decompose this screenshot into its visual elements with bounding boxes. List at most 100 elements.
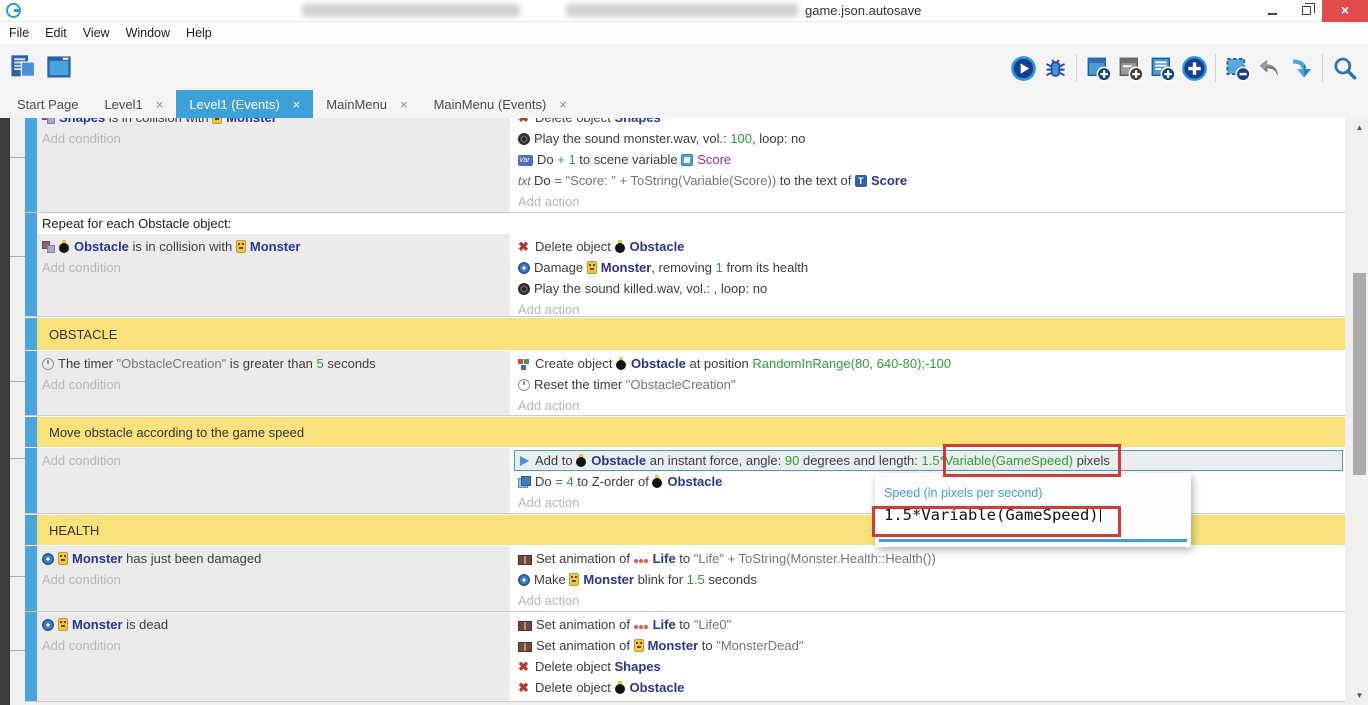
tab-close-icon[interactable]: × — [400, 97, 408, 112]
minimize-button[interactable] — [1256, 0, 1288, 22]
event-indicator-bar — [25, 515, 37, 545]
scene-editor-icon[interactable] — [43, 51, 75, 83]
add-action-button[interactable]: Add action — [518, 395, 1345, 415]
popup-field-label: Speed (in pixels per second) — [884, 486, 1191, 500]
event-row[interactable]: Repeat for each Obstacle object:Obstacle… — [25, 213, 1345, 317]
sound-icon — [518, 133, 530, 145]
tab-label: MainMenu — [326, 97, 387, 112]
action-line[interactable]: Set animation of Life to "Life0" — [518, 614, 1345, 635]
tab-mainmenu-events-[interactable]: MainMenu (Events)× — [421, 90, 580, 118]
action-line[interactable]: Damage Monster, removing 1 from its heal… — [518, 257, 1345, 278]
action-line[interactable]: Delete object Obstacle — [518, 236, 1345, 257]
action-line[interactable]: Make Monster blink for 1.5 seconds — [518, 569, 1345, 590]
action-line[interactable]: Set animation of Monster to "MonsterDead… — [518, 635, 1345, 656]
menu-item-window[interactable]: Window — [118, 26, 178, 40]
text-segment: Obstacle — [667, 474, 722, 489]
add-event-icon[interactable] — [1082, 52, 1114, 84]
bomb-icon — [616, 357, 627, 370]
text-segment: Monster — [226, 118, 277, 125]
tab-level1-events-[interactable]: Level1 (Events)× — [176, 90, 313, 118]
text-segment: to Z-order of — [574, 474, 653, 489]
delete-icon — [518, 118, 531, 124]
action-line[interactable]: Play the sound monster.wav, vol.: 100, l… — [518, 128, 1345, 149]
condition-line[interactable]: The timer "ObstacleCreation" is greater … — [42, 353, 510, 374]
damage-icon — [42, 553, 54, 565]
text-segment: Set animation of — [536, 551, 634, 566]
action-line[interactable]: Delete object Obstacle — [518, 677, 1345, 698]
add-condition-button[interactable]: Add condition — [42, 569, 510, 590]
action-line[interactable]: Create object Obstacle at position Rando… — [518, 353, 1345, 374]
toolbar-separator — [1076, 54, 1077, 82]
group-header-row[interactable]: OBSTACLE — [25, 318, 1345, 350]
add-condition-button[interactable]: Add condition — [42, 450, 510, 471]
scrollbar-thumb[interactable] — [1353, 273, 1366, 475]
text-segment: is dead — [123, 617, 169, 632]
undo-icon[interactable] — [1253, 52, 1285, 84]
scroll-down-arrow-icon[interactable]: ▼ — [1351, 688, 1368, 703]
event-row[interactable]: The timer "ObstacleCreation" is greater … — [25, 351, 1345, 416]
tab-close-icon[interactable]: × — [293, 97, 301, 112]
text-segment: to scene variable — [576, 152, 682, 167]
add-circle-icon[interactable] — [1178, 52, 1210, 84]
add-condition-button[interactable]: Add condition — [42, 257, 510, 278]
maximize-button[interactable] — [1290, 0, 1322, 22]
add-action-button[interactable]: Add action — [518, 299, 1345, 316]
menu-item-file[interactable]: File — [8, 26, 37, 40]
redo-icon[interactable] — [1285, 52, 1317, 84]
action-line[interactable]: Reset the timer "ObstacleCreation" — [518, 374, 1345, 395]
text-segment: Monster — [72, 617, 123, 632]
text-segment: Make — [534, 572, 569, 587]
toolbar-left-group — [6, 51, 75, 83]
menu-item-help[interactable]: Help — [178, 26, 220, 40]
add-action-button[interactable]: Add action — [518, 590, 1345, 611]
condition-line[interactable]: Shapes is in collision with Monster — [42, 118, 510, 128]
debug-icon[interactable] — [1039, 52, 1071, 84]
tab-start-page[interactable]: Start Page — [4, 90, 91, 118]
monster-icon — [58, 552, 68, 565]
add-comment-icon[interactable] — [1146, 52, 1178, 84]
add-condition-button[interactable]: Add condition — [42, 374, 510, 395]
text-segment: Add action — [518, 593, 579, 608]
scroll-up-arrow-icon[interactable]: ▲ — [1351, 120, 1368, 135]
event-row[interactable]: Monster is deadAdd conditionSet animatio… — [25, 612, 1345, 702]
text-segment: Add action — [518, 194, 579, 209]
menu-item-view[interactable]: View — [75, 26, 118, 40]
text-segment: blink for — [634, 572, 687, 587]
action-line[interactable]: Add to Obstacle an instant force, angle:… — [514, 450, 1343, 471]
tab-mainmenu[interactable]: MainMenu × — [313, 90, 420, 118]
event-repeat-header[interactable]: Repeat for each Obstacle object: — [37, 213, 1345, 234]
action-line[interactable]: Do + 1 to scene variable Score — [518, 149, 1345, 170]
tab-close-icon[interactable]: × — [156, 97, 164, 112]
action-line[interactable]: txt Do = "Score: " + ToString(Variable(S… — [518, 170, 1345, 191]
text-segment: 1 — [716, 260, 723, 275]
condition-line[interactable]: Monster has just been damaged — [42, 548, 510, 569]
event-row[interactable]: Monster has just been damagedAdd conditi… — [25, 546, 1345, 612]
tab-close-icon[interactable]: × — [559, 97, 567, 112]
text-segment: Delete object — [535, 659, 615, 674]
add-condition-button[interactable]: Add condition — [42, 128, 510, 149]
text-segment: , removing — [651, 260, 715, 275]
add-condition-button[interactable]: Add condition — [42, 635, 510, 656]
action-line[interactable]: Set animation of Life to "Life" + ToStri… — [518, 548, 1345, 569]
group-header-row[interactable]: Move obstacle according to the game spee… — [25, 417, 1345, 447]
event-row[interactable]: Shapes is in collision with MonsterAdd c… — [25, 118, 1345, 213]
close-button[interactable]: × — [1322, 0, 1368, 22]
text-segment: Play the sound monster.wav, vol.: — [534, 131, 730, 146]
action-line[interactable]: Delete object Shapes — [518, 118, 1345, 128]
tab-level1[interactable]: Level1× — [91, 90, 176, 118]
project-manager-icon[interactable] — [6, 51, 38, 83]
text-segment: Add condition — [42, 260, 121, 275]
action-line[interactable]: Play the sound killed.wav, vol.: , loop:… — [518, 278, 1345, 299]
text-segment: Life — [653, 617, 676, 632]
add-subevent-icon[interactable] — [1114, 52, 1146, 84]
condition-line[interactable]: Monster is dead — [42, 614, 510, 635]
play-icon[interactable] — [1007, 52, 1039, 84]
menu-item-edit[interactable]: Edit — [37, 26, 75, 40]
delete-event-icon[interactable] — [1221, 52, 1253, 84]
text-segment: seconds — [324, 356, 376, 371]
search-icon[interactable] — [1328, 52, 1360, 84]
condition-line[interactable]: Obstacle is in collision with Monster — [42, 236, 510, 257]
vertical-scrollbar[interactable]: ▲ ▼ — [1351, 118, 1368, 705]
add-action-button[interactable]: Add action — [518, 191, 1345, 212]
action-line[interactable]: Delete object Shapes — [518, 656, 1345, 677]
